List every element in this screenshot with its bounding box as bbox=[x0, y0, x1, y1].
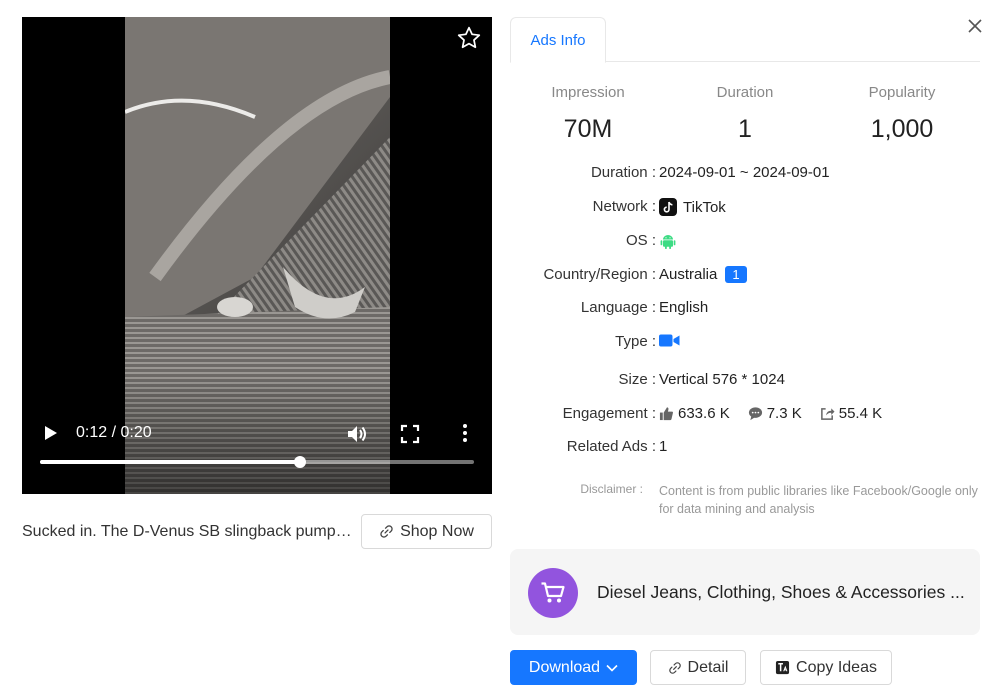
playback-time: 0:12 / 0:20 bbox=[76, 424, 152, 441]
play-icon[interactable] bbox=[40, 423, 60, 443]
detail-label: Related Ads : bbox=[566, 438, 656, 455]
text-translate-icon bbox=[775, 660, 790, 675]
network-name: TikTok bbox=[683, 198, 726, 216]
detail-row-network: Network : TikTok bbox=[510, 198, 980, 220]
type-value bbox=[659, 333, 680, 348]
shopping-cart-icon bbox=[541, 582, 565, 603]
video-player[interactable]: 0:12 / 0:20 bbox=[22, 17, 492, 494]
favorite-star-icon[interactable] bbox=[456, 25, 482, 51]
comments-count: 7.3 K bbox=[748, 405, 802, 422]
volume-icon[interactable] bbox=[345, 423, 369, 445]
detail-row-country: Country/Region : Australia 1 bbox=[510, 266, 980, 288]
download-button[interactable]: Download bbox=[510, 650, 637, 685]
copy-ideas-button[interactable]: Copy Ideas bbox=[760, 650, 892, 685]
related-ads-value[interactable]: 1 bbox=[659, 438, 667, 455]
more-options-icon[interactable] bbox=[457, 422, 473, 444]
detail-row-type: Type : bbox=[510, 333, 980, 355]
size-value: Vertical 576 * 1024 bbox=[659, 371, 785, 388]
detail-label: Detail bbox=[687, 658, 729, 676]
stat-duration: Duration 1 bbox=[665, 84, 825, 144]
progress-fill bbox=[40, 460, 301, 464]
video-progress-bar[interactable] bbox=[40, 456, 474, 468]
detail-row-related: Related Ads : 1 bbox=[510, 438, 980, 460]
detail-row-os: OS : bbox=[510, 232, 980, 254]
stat-impression: Impression 70M bbox=[508, 84, 668, 144]
detail-label: Duration : bbox=[590, 164, 656, 181]
detail-row-size: Size : Vertical 576 * 1024 bbox=[510, 371, 980, 393]
detail-label: Network : bbox=[592, 198, 656, 215]
disclaimer-label: Disclaimer : bbox=[580, 482, 643, 496]
ad-caption: Sucked in. The D-Venus SB slingback pump… bbox=[22, 523, 354, 540]
detail-row-duration: Duration : 2024-09-01 ~ 2024-09-01 bbox=[510, 164, 980, 186]
os-value bbox=[659, 232, 677, 250]
language-value: English bbox=[659, 299, 709, 316]
detail-row-language: Language : English bbox=[510, 299, 980, 321]
detail-label: Engagement : bbox=[562, 405, 656, 422]
advertiser-avatar bbox=[528, 568, 578, 618]
shop-now-button[interactable]: Shop Now bbox=[361, 514, 492, 549]
tab-ads-info[interactable]: Ads Info bbox=[510, 17, 606, 63]
duration-value: 2024-09-01 ~ 2024-09-01 bbox=[659, 164, 830, 181]
country-count-badge[interactable]: 1 bbox=[725, 266, 747, 283]
detail-label: OS : bbox=[625, 232, 656, 249]
advertiser-card[interactable]: Diesel Jeans, Clothing, Shoes & Accessor… bbox=[510, 549, 980, 635]
tiktok-icon bbox=[659, 198, 677, 216]
shares-value: 55.4 K bbox=[838, 405, 883, 422]
android-icon bbox=[660, 235, 676, 249]
video-camera-icon bbox=[659, 334, 680, 347]
comment-icon bbox=[748, 407, 762, 421]
stat-label: Impression bbox=[551, 84, 625, 101]
network-value: TikTok bbox=[659, 198, 726, 216]
detail-label: Language : bbox=[580, 299, 656, 316]
stat-label: Duration bbox=[716, 84, 774, 101]
copy-ideas-label: Copy Ideas bbox=[796, 658, 877, 676]
stat-value: 70M bbox=[563, 115, 613, 143]
stat-value: 1 bbox=[738, 115, 752, 143]
detail-button[interactable]: Detail bbox=[650, 650, 746, 685]
stat-label: Popularity bbox=[868, 84, 936, 101]
detail-label: Type : bbox=[615, 333, 656, 350]
link-icon bbox=[380, 525, 393, 538]
link-icon bbox=[668, 661, 681, 674]
country-name: Australia bbox=[659, 266, 718, 283]
comments-value: 7.3 K bbox=[766, 405, 802, 422]
chevron-down-icon bbox=[606, 664, 618, 672]
advertiser-name: Diesel Jeans, Clothing, Shoes & Accessor… bbox=[597, 582, 965, 602]
tab-bar: Ads Info bbox=[510, 17, 980, 63]
stat-value: 1,000 bbox=[870, 115, 934, 143]
shop-now-label: Shop Now bbox=[400, 522, 474, 540]
detail-label: Size : bbox=[618, 371, 656, 388]
shares-count: 55.4 K bbox=[820, 405, 882, 422]
likes-value: 633.6 K bbox=[678, 405, 730, 422]
stat-popularity: Popularity 1,000 bbox=[822, 84, 982, 144]
country-value: Australia 1 bbox=[659, 266, 747, 283]
detail-label: Country/Region : bbox=[543, 266, 656, 283]
engagement-value: 633.6 K 7.3 K 55.4 K bbox=[659, 405, 894, 422]
share-icon bbox=[820, 408, 835, 420]
likes-count: 633.6 K bbox=[659, 405, 730, 422]
fullscreen-icon[interactable] bbox=[400, 424, 420, 444]
detail-row-engagement: Engagement : 633.6 K 7.3 K 55.4 K bbox=[510, 405, 980, 427]
thumbs-up-icon bbox=[659, 407, 673, 421]
download-label: Download bbox=[528, 658, 601, 676]
disclaimer-text: Content is from public libraries like Fa… bbox=[659, 484, 978, 516]
